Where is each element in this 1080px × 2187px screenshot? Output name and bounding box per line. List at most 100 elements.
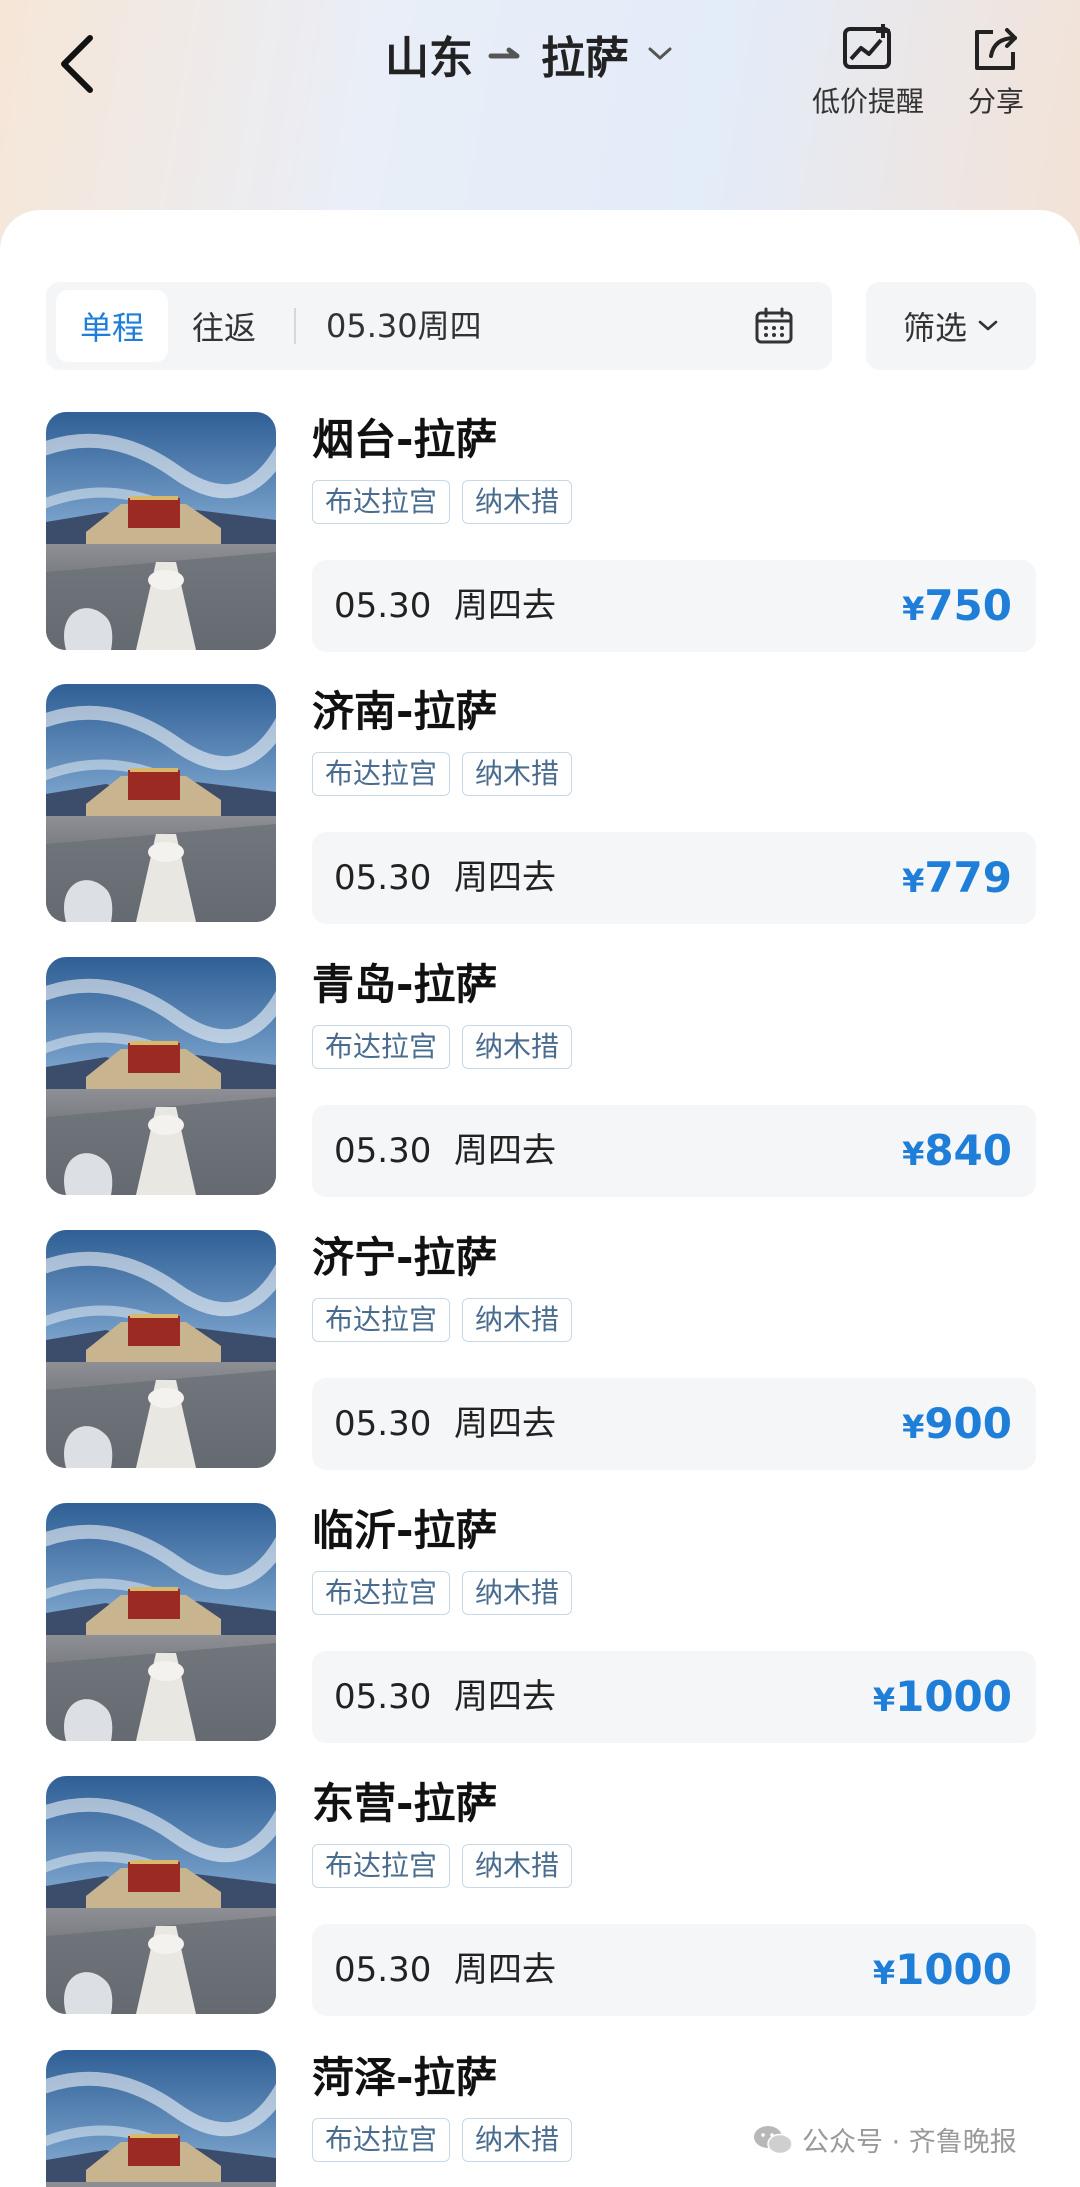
potala-palace-image bbox=[46, 1776, 276, 2014]
route-tags: 布达拉宫 纳木措 bbox=[312, 1844, 573, 1888]
route-name: 青岛-拉萨 bbox=[312, 960, 498, 1009]
tag-potala: 布达拉宫 bbox=[312, 752, 451, 796]
right-arrow-icon bbox=[488, 47, 520, 59]
route-tags: 布达拉宫 纳木措 bbox=[312, 1571, 573, 1615]
divider bbox=[294, 308, 296, 344]
tag-namtso: 纳木措 bbox=[462, 752, 573, 796]
price-bar[interactable]: 05.30 周四去 ¥1000 bbox=[312, 1651, 1036, 1743]
currency-symbol: ¥ bbox=[902, 1135, 925, 1173]
flight-day: 周四去 bbox=[454, 858, 556, 898]
price-value: 779 bbox=[924, 853, 1012, 902]
filter-label: 筛选 bbox=[902, 309, 967, 347]
route-tags: 布达拉宫 纳木措 bbox=[312, 480, 573, 524]
potala-palace-image bbox=[46, 2050, 276, 2187]
wechat-icon bbox=[754, 2125, 793, 2154]
back-button[interactable] bbox=[50, 28, 110, 98]
route-tags: 布达拉宫 纳木措 bbox=[312, 1298, 573, 1342]
price: ¥1000 bbox=[873, 1924, 1012, 2016]
currency-symbol: ¥ bbox=[902, 1408, 925, 1446]
back-arrow-icon bbox=[61, 35, 93, 93]
low-price-alert-button[interactable]: 低价提醒 bbox=[812, 24, 924, 120]
filter-button[interactable]: 筛选 bbox=[866, 282, 1036, 370]
route-name: 济南-拉萨 bbox=[312, 687, 498, 736]
tag-namtso: 纳木措 bbox=[462, 1844, 573, 1888]
potala-palace-image bbox=[46, 957, 276, 1195]
price: ¥840 bbox=[902, 1105, 1012, 1197]
watermark-text: 公众号 · 齐鲁晚报 bbox=[802, 2127, 1017, 2158]
flight-date: 05.30 bbox=[334, 1677, 432, 1717]
share-label: 分享 bbox=[968, 85, 1025, 118]
tab-round-trip[interactable]: 往返 bbox=[168, 290, 280, 362]
share-button[interactable]: 分享 bbox=[968, 24, 1024, 120]
flight-date: 05.30 bbox=[334, 858, 432, 898]
potala-palace-image bbox=[46, 412, 276, 650]
route-name: 东营-拉萨 bbox=[312, 1779, 498, 1828]
flight-day: 周四去 bbox=[454, 1404, 556, 1444]
route-card[interactable]: 济宁-拉萨 布达拉宫 纳木措 05.30 周四去 ¥900 bbox=[0, 1230, 1080, 1480]
route-tags: 布达拉宫 纳木措 bbox=[312, 2118, 573, 2162]
chevron-down-icon bbox=[648, 47, 672, 60]
price-value: 900 bbox=[924, 1399, 1012, 1448]
price: ¥900 bbox=[902, 1378, 1012, 1470]
potala-palace-image bbox=[46, 684, 276, 922]
price-bar[interactable]: 05.30 周四去 ¥900 bbox=[312, 1378, 1036, 1470]
currency-symbol: ¥ bbox=[872, 1681, 896, 1719]
top-bar: 山东 拉萨 低价提醒 分享 bbox=[0, 0, 1080, 200]
flight-date: 05.30 bbox=[334, 1404, 432, 1444]
price-bar[interactable]: 05.30 周四去 ¥1000 bbox=[312, 1924, 1036, 2016]
price-value: 840 bbox=[924, 1126, 1012, 1175]
flight-date: 05.30 bbox=[334, 1950, 432, 1990]
destination-label: 拉萨 bbox=[541, 33, 629, 84]
price: ¥1000 bbox=[873, 1651, 1012, 1743]
route-card[interactable]: 青岛-拉萨 布达拉宫 纳木措 05.30 周四去 ¥840 bbox=[0, 957, 1080, 1207]
price-value: 1000 bbox=[895, 1945, 1012, 1994]
tag-namtso: 纳木措 bbox=[462, 1025, 573, 1069]
flight-day: 周四去 bbox=[454, 1677, 556, 1717]
departure-date[interactable]: 05.30周四 bbox=[326, 282, 482, 370]
share-icon bbox=[975, 28, 1017, 70]
route-card[interactable]: 菏泽-拉萨 布达拉宫 纳木措 bbox=[0, 2050, 1080, 2187]
tag-potala: 布达拉宫 bbox=[312, 1844, 451, 1888]
flight-date: 05.30 bbox=[334, 586, 432, 626]
content-panel: 单程 往返 05.30周四 筛选 烟台-拉萨 布达拉宫 纳木措 05.30 周四… bbox=[0, 210, 1080, 2187]
tag-namtso: 纳木措 bbox=[462, 1298, 573, 1342]
tag-potala: 布达拉宫 bbox=[312, 1571, 451, 1615]
price-alert-chart-icon bbox=[843, 24, 891, 69]
watermark: 公众号 · 齐鲁晚报 bbox=[752, 2120, 1017, 2159]
potala-palace-image bbox=[46, 1503, 276, 1741]
price-bar[interactable]: 05.30 周四去 ¥779 bbox=[312, 832, 1036, 924]
route-tags: 布达拉宫 纳木措 bbox=[312, 1025, 573, 1069]
currency-symbol: ¥ bbox=[872, 1954, 896, 1992]
route-card[interactable]: 烟台-拉萨 布达拉宫 纳木措 05.30 周四去 ¥750 bbox=[0, 412, 1080, 662]
potala-palace-image bbox=[46, 1230, 276, 1468]
trip-search-bar: 单程 往返 05.30周四 bbox=[46, 282, 832, 370]
flight-day: 周四去 bbox=[454, 1131, 556, 1171]
route-title[interactable]: 山东 拉萨 bbox=[385, 22, 673, 86]
currency-symbol: ¥ bbox=[902, 862, 925, 900]
route-name: 济宁-拉萨 bbox=[312, 1233, 498, 1282]
currency-symbol: ¥ bbox=[902, 590, 925, 628]
tag-namtso: 纳木措 bbox=[462, 2118, 573, 2162]
tab-one-way[interactable]: 单程 bbox=[56, 290, 168, 362]
route-tags: 布达拉宫 纳木措 bbox=[312, 752, 573, 796]
price-bar[interactable]: 05.30 周四去 ¥840 bbox=[312, 1105, 1036, 1197]
calendar-icon[interactable] bbox=[754, 306, 794, 346]
price-value: 750 bbox=[924, 581, 1012, 630]
price-bar[interactable]: 05.30 周四去 ¥750 bbox=[312, 560, 1036, 652]
flight-day: 周四去 bbox=[454, 1950, 556, 1990]
route-card[interactable]: 济南-拉萨 布达拉宫 纳木措 05.30 周四去 ¥779 bbox=[0, 684, 1080, 934]
price-value: 1000 bbox=[895, 1672, 1012, 1721]
price: ¥750 bbox=[902, 560, 1012, 652]
route-name: 烟台-拉萨 bbox=[312, 415, 498, 464]
tag-potala: 布达拉宫 bbox=[312, 2118, 451, 2162]
route-card[interactable]: 东营-拉萨 布达拉宫 纳木措 05.30 周四去 ¥1000 bbox=[0, 1776, 1080, 2026]
tag-potala: 布达拉宫 bbox=[312, 1298, 451, 1342]
low-price-alert-label: 低价提醒 bbox=[812, 85, 925, 118]
tag-namtso: 纳木措 bbox=[462, 480, 573, 524]
flight-date: 05.30 bbox=[334, 1131, 432, 1171]
route-card[interactable]: 临沂-拉萨 布达拉宫 纳木措 05.30 周四去 ¥1000 bbox=[0, 1503, 1080, 1753]
price: ¥779 bbox=[902, 832, 1012, 924]
tag-potala: 布达拉宫 bbox=[312, 1025, 451, 1069]
origin-label: 山东 bbox=[385, 33, 473, 84]
tag-potala: 布达拉宫 bbox=[312, 480, 451, 524]
